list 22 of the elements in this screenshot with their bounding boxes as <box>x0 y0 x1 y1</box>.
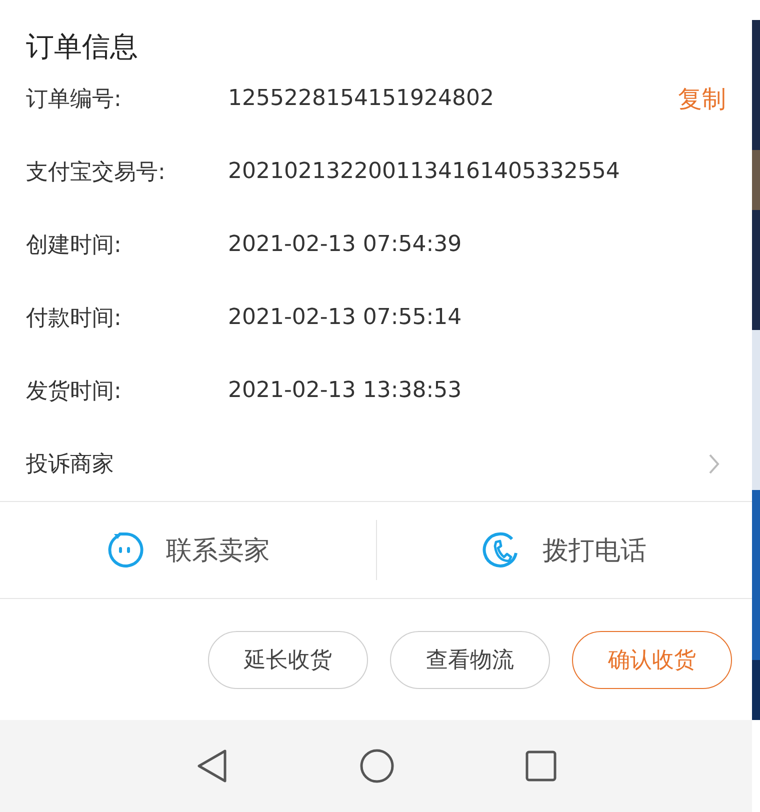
action-button[interactable]: 查看物流 <box>390 630 550 688</box>
contact-button[interactable]: 联系卖家 <box>0 520 376 580</box>
field-value: 2021-02-13 07:54:39 <box>228 232 463 257</box>
field-value: 1255228154151924802 <box>228 86 495 111</box>
home-icon[interactable] <box>359 748 395 784</box>
field-value: 2021021322001134161405332554 <box>228 159 621 184</box>
contact-button[interactable]: 拨打电话 <box>376 520 752 580</box>
field-value: 2021-02-13 07:55:14 <box>228 305 463 330</box>
section-title: 订单信息 <box>25 29 138 62</box>
field-label: 付款时间: <box>26 304 122 332</box>
field-label: 创建时间: <box>26 232 122 260</box>
chat-face-icon <box>106 531 144 569</box>
complaint-row[interactable]: 投诉商家 <box>0 427 752 502</box>
recents-icon[interactable] <box>525 750 557 782</box>
field-label: 发货时间: <box>26 378 122 406</box>
action-button[interactable]: 延长收货 <box>208 630 368 688</box>
field-value: 2021-02-13 13:38:53 <box>228 378 463 403</box>
field-label: 支付宝交易号: <box>26 158 166 186</box>
chevron-icon <box>708 453 720 475</box>
field-label: 订单编号: <box>26 86 122 114</box>
phone-icon <box>482 531 520 569</box>
back-icon[interactable] <box>195 748 229 784</box>
